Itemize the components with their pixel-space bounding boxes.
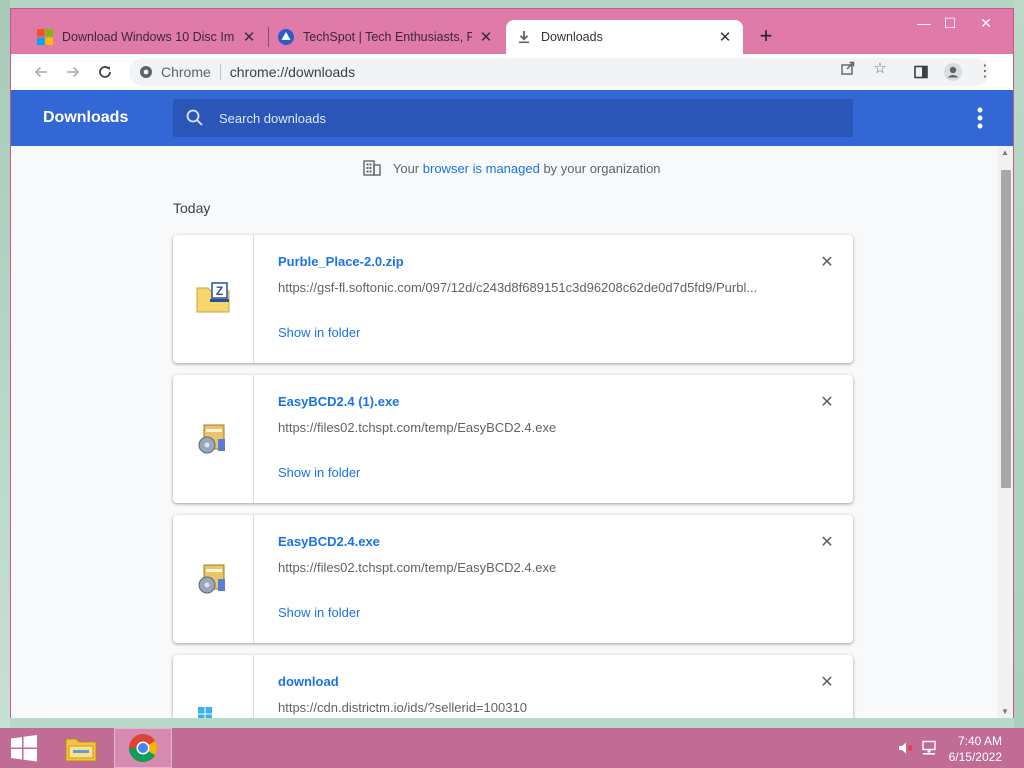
scroll-down-arrow-icon[interactable]: ▼ [1001, 707, 1009, 716]
search-input[interactable] [219, 110, 819, 126]
tab-title: Downloads [541, 30, 603, 44]
remove-item-icon[interactable]: ✕ [817, 253, 837, 273]
site-label: Chrome [161, 64, 211, 80]
side-panel-icon[interactable] [909, 60, 933, 84]
omnibox-divider [219, 64, 221, 80]
chrome-site-icon [140, 66, 152, 78]
managed-suffix: by your organization [543, 161, 661, 176]
profile-avatar-icon[interactable] [941, 60, 965, 84]
download-item: EasyBCD2.4 (1).exe https://files02.tchsp… [173, 375, 853, 503]
desktop-background-left [0, 0, 10, 728]
download-item: EasyBCD2.4.exe https://files02.tchspt.co… [173, 515, 853, 643]
tab-title: TechSpot | Tech Enthusiasts, Pow [303, 30, 472, 44]
zip-folder-icon: Z [196, 282, 230, 313]
browser-managed-link[interactable]: browser is managed [423, 161, 540, 176]
forward-arrow-icon[interactable] [61, 60, 85, 84]
file-name-link[interactable]: download [278, 674, 339, 689]
microsoft-logo-icon [37, 29, 53, 45]
file-icon-column [173, 375, 254, 503]
vertical-scrollbar[interactable]: ▲ ▼ [998, 146, 1013, 718]
search-icon [186, 109, 203, 126]
tab-close-icon[interactable]: ✕ [241, 28, 257, 46]
tab-techspot[interactable]: TechSpot | Tech Enthusiasts, Pow ✕ [268, 20, 504, 54]
tab-title: Download Windows 10 Disc Imag [62, 30, 235, 44]
techspot-icon [278, 29, 294, 45]
clock-date: 6/15/2022 [948, 750, 1002, 764]
volume-muted-icon[interactable] [894, 728, 916, 768]
installer-icon [198, 564, 225, 594]
download-icon [519, 31, 529, 44]
tab-windows-download[interactable]: Download Windows 10 Disc Imag ✕ [27, 20, 267, 54]
more-actions-icon[interactable]: • • • [975, 101, 985, 135]
file-name-link[interactable]: EasyBCD2.4.exe [278, 534, 380, 549]
installer-icon [198, 424, 225, 454]
file-explorer-taskbar-button[interactable] [58, 728, 104, 768]
chrome-taskbar-button[interactable] [114, 728, 172, 768]
file-name-link[interactable]: EasyBCD2.4 (1).exe [278, 394, 399, 409]
chrome-menu-icon[interactable]: ⋮ [973, 60, 997, 84]
back-arrow-icon[interactable] [29, 60, 53, 84]
tab-close-icon[interactable]: ✕ [717, 28, 733, 46]
windows-taskbar: 7:40 AM 6/15/2022 [0, 728, 1024, 768]
page-title: Downloads [43, 109, 129, 126]
search-box[interactable] [173, 99, 853, 137]
start-button[interactable] [4, 728, 44, 768]
svg-text:Z: Z [216, 284, 223, 298]
file-source-url[interactable]: https://gsf-fl.softonic.com/097/12d/c243… [278, 280, 778, 295]
downloads-list-area: Your browser is managed by your organiza… [11, 146, 1013, 718]
file-name-link[interactable]: Purble_Place-2.0.zip [278, 254, 404, 269]
remove-item-icon[interactable]: ✕ [817, 673, 837, 693]
new-tab-button[interactable]: + [753, 24, 779, 50]
remove-item-icon[interactable]: ✕ [817, 533, 837, 553]
chrome-icon [129, 734, 157, 762]
remove-item-icon[interactable]: ✕ [817, 393, 837, 413]
maximize-button[interactable]: ☐ [935, 12, 965, 34]
windows-start-icon [11, 735, 37, 762]
downloads-header: Downloads ••• [11, 90, 1013, 146]
share-icon[interactable] [839, 60, 857, 78]
download-item: download https://cdn.districtm.io/ids/?s… [173, 655, 853, 718]
file-icon-column [173, 655, 254, 718]
reload-icon[interactable] [93, 60, 117, 84]
scrollbar-thumb[interactable] [1001, 170, 1011, 488]
network-icon[interactable] [918, 728, 940, 768]
file-icon-column [173, 515, 254, 643]
file-source-url[interactable]: https://files02.tchspt.com/temp/EasyBCD2… [278, 420, 778, 435]
tab-close-icon[interactable]: ✕ [478, 28, 494, 46]
building-icon [363, 160, 382, 176]
desktop-background [0, 0, 1024, 8]
scroll-up-arrow-icon[interactable]: ▲ [1001, 148, 1009, 157]
show-in-folder-link[interactable]: Show in folder [278, 325, 360, 340]
file-explorer-icon [65, 738, 97, 762]
bookmark-star-icon[interactable]: ☆ [871, 60, 889, 78]
file-source-url[interactable]: https://files02.tchspt.com/temp/EasyBCD2… [278, 560, 778, 575]
tab-downloads[interactable]: Downloads ✕ [506, 20, 743, 54]
date-group-heading: Today [173, 200, 211, 216]
system-clock[interactable]: 7:40 AM 6/15/2022 [949, 733, 1002, 765]
show-in-folder-link[interactable]: Show in folder [278, 465, 360, 480]
close-window-button[interactable]: ✕ [971, 12, 1001, 34]
windows-logo-icon [198, 707, 212, 718]
file-source-url[interactable]: https://cdn.districtm.io/ids/?sellerid=1… [278, 700, 778, 715]
managed-prefix: Your [392, 161, 420, 176]
file-icon-column: Z [173, 235, 254, 363]
tab-strip: Download Windows 10 Disc Imag ✕ TechSpot… [11, 9, 1013, 54]
url-text: chrome://downloads [229, 64, 356, 80]
clock-time: 7:40 AM [957, 734, 1002, 748]
address-bar[interactable]: Chrome chrome://downloads [129, 58, 989, 86]
show-in-folder-link[interactable]: Show in folder [278, 605, 360, 620]
desktop-background-right [1014, 0, 1024, 728]
browser-toolbar: Chrome chrome://downloads ☆ ⋮ [11, 54, 1013, 90]
managed-notice: Your browser is managed by your organiza… [11, 160, 1013, 176]
download-item: Z Purble_Place-2.0.zip https://gsf-fl.so… [173, 235, 853, 363]
chrome-window: Download Windows 10 Disc Imag ✕ TechSpot… [10, 8, 1014, 718]
